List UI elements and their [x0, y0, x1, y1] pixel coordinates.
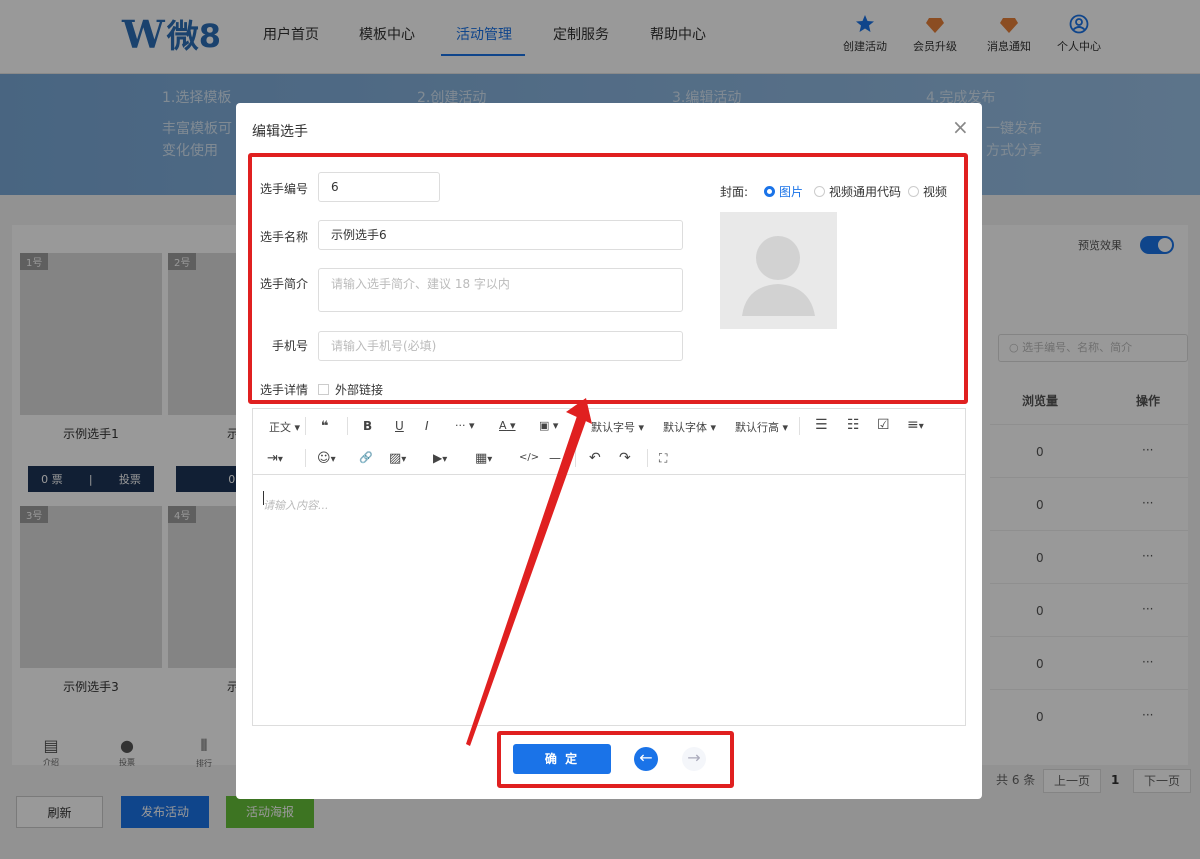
annotation-arrow [466, 398, 592, 746]
